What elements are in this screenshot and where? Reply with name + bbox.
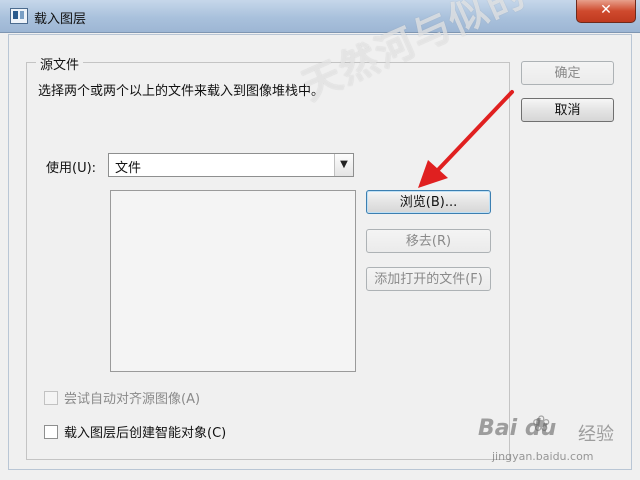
baidu-jingyan-text: 经验 bbox=[578, 424, 614, 445]
paw-icon: ❀ bbox=[532, 412, 551, 437]
baidu-watermark: Bai du ❀ 经验 jingyan.baidu.com bbox=[478, 412, 628, 470]
baidu-url: jingyan.baidu.com bbox=[492, 450, 594, 463]
arrow-shaft bbox=[434, 90, 514, 174]
